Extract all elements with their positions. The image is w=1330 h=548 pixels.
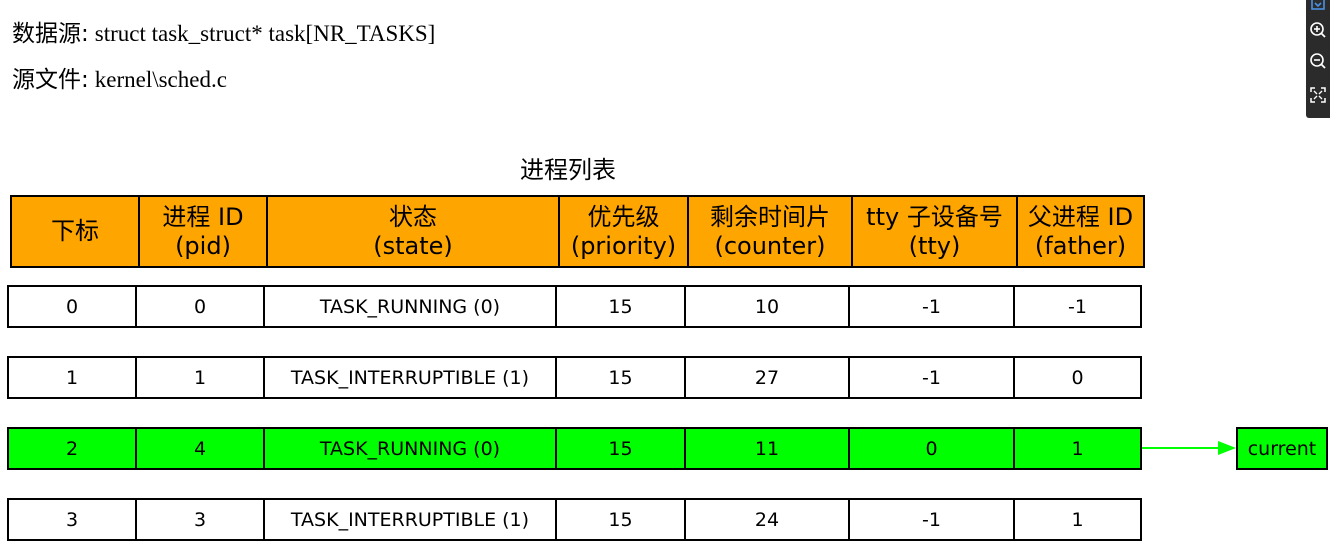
diagram-toolbar — [1306, 0, 1330, 118]
cell-tty: -1 — [848, 498, 1015, 541]
cell-father: -1 — [1013, 285, 1142, 328]
cell-tty: -1 — [848, 356, 1015, 399]
header-text: 状态 — [389, 202, 437, 231]
cell-state: TASK_RUNNING (0) — [263, 427, 557, 470]
cell-pid: 1 — [135, 356, 265, 399]
cell-state: TASK_INTERRUPTIBLE (1) — [263, 356, 557, 399]
cell-counter: 24 — [684, 498, 850, 541]
data-source-label: 数据源: — [12, 21, 89, 47]
cell-counter: 27 — [684, 356, 850, 399]
current-pointer-box: current — [1236, 427, 1328, 470]
table-header: 下标 进程 ID (pid) 状态 (state) 优先级 (priority)… — [10, 195, 1145, 268]
header-subtext: (pid) — [175, 231, 231, 260]
cell-index: 2 — [7, 427, 137, 470]
cell-pid: 3 — [135, 498, 265, 541]
cell-counter: 11 — [684, 427, 850, 470]
cell-state: TASK_RUNNING (0) — [263, 285, 557, 328]
zoom-out-icon[interactable] — [1309, 52, 1327, 70]
cell-index: 3 — [7, 498, 137, 541]
header-text: 优先级 — [587, 202, 660, 231]
cell-state: TASK_INTERRUPTIBLE (1) — [263, 498, 557, 541]
source-file-value: kernel\sched.c — [94, 67, 227, 92]
header-cell-counter: 剩余时间片 (counter) — [687, 195, 853, 268]
cell-pid: 4 — [135, 427, 265, 470]
header-text: 剩余时间片 — [710, 202, 830, 231]
data-source-line: 数据源: struct task_struct* task[NR_TASKS] — [12, 14, 435, 48]
header-text: 下标 — [51, 217, 99, 245]
fit-to-screen-icon[interactable] — [1309, 86, 1327, 104]
cell-index: 1 — [7, 356, 137, 399]
header-subtext: (priority) — [570, 231, 677, 260]
header-subtext: (state) — [373, 231, 453, 260]
header-subtext: (counter) — [714, 231, 826, 260]
cell-pid: 0 — [135, 285, 265, 328]
header-text: 进程 ID — [162, 202, 244, 231]
table-row: 1 1 TASK_INTERRUPTIBLE (1) 15 27 -1 0 — [7, 356, 1142, 399]
cell-priority: 15 — [555, 285, 686, 328]
source-file-label: 源文件: — [12, 67, 89, 93]
table-row: 0 0 TASK_RUNNING (0) 15 10 -1 -1 — [7, 285, 1142, 328]
cell-father: 0 — [1013, 356, 1142, 399]
header-cell-state: 状态 (state) — [266, 195, 560, 268]
header-cell-index: 下标 — [10, 195, 140, 268]
header-cell-father: 父进程 ID (father) — [1016, 195, 1145, 268]
header-cell-tty: tty 子设备号 (tty) — [851, 195, 1018, 268]
header-cell-pid: 进程 ID (pid) — [138, 195, 268, 268]
cell-tty: 0 — [848, 427, 1015, 470]
header-cell-priority: 优先级 (priority) — [558, 195, 689, 268]
cell-father: 1 — [1013, 427, 1142, 470]
source-file-line: 源文件: kernel\sched.c — [12, 60, 227, 94]
header-subtext: (tty) — [908, 231, 961, 260]
zoom-in-icon[interactable] — [1309, 21, 1327, 39]
cell-priority: 15 — [555, 427, 686, 470]
current-pointer-arrow — [1142, 441, 1236, 455]
cell-counter: 10 — [684, 285, 850, 328]
table-row: 3 3 TASK_INTERRUPTIBLE (1) 15 24 -1 1 — [7, 498, 1142, 541]
header-text: 父进程 ID — [1027, 202, 1134, 231]
cell-father: 1 — [1013, 498, 1142, 541]
data-source-value: struct task_struct* task[NR_TASKS] — [94, 21, 436, 46]
cell-priority: 15 — [555, 498, 686, 541]
cell-index: 0 — [7, 285, 137, 328]
expand-icon[interactable] — [1309, 0, 1327, 12]
table-caption: 进程列表 — [520, 156, 616, 184]
table-row-current: 2 4 TASK_RUNNING (0) 15 11 0 1 — [7, 427, 1142, 470]
header-subtext: (father) — [1034, 231, 1127, 260]
header-text: tty 子设备号 — [866, 202, 1003, 231]
cell-priority: 15 — [555, 356, 686, 399]
cell-tty: -1 — [848, 285, 1015, 328]
